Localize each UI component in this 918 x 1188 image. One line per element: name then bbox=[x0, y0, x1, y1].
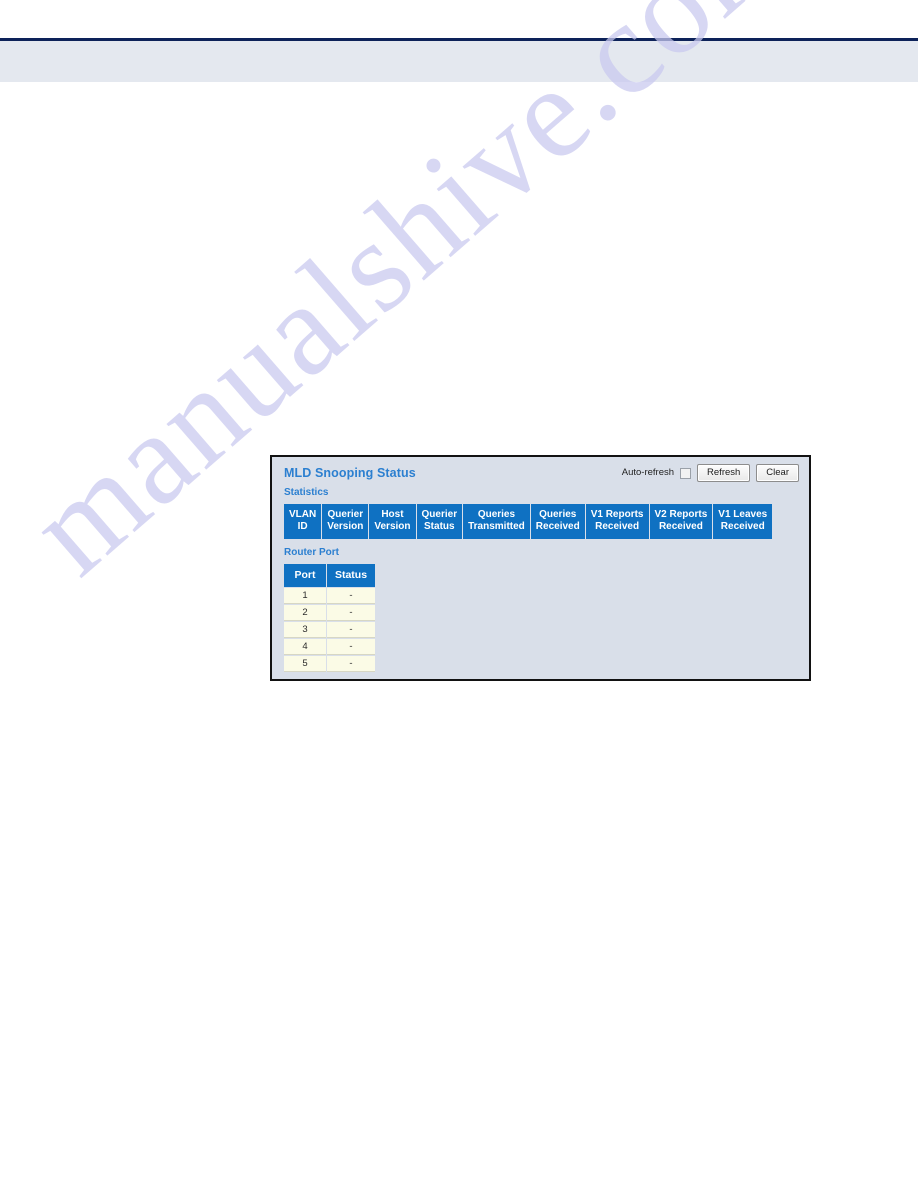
cell-port: 1 bbox=[284, 588, 326, 604]
auto-refresh-checkbox[interactable] bbox=[680, 467, 692, 479]
table-row: 4- bbox=[284, 639, 375, 655]
cell-status: - bbox=[327, 639, 375, 655]
router-port-header-row: Port Status bbox=[284, 564, 375, 587]
table-row: 5- bbox=[284, 656, 375, 672]
cell-port: 3 bbox=[284, 622, 326, 638]
router-port-table-wrap: Port Status 1-2-3-4-5- bbox=[282, 563, 799, 673]
cell-port: 4 bbox=[284, 639, 326, 655]
cell-status: - bbox=[327, 605, 375, 621]
col-status: Status bbox=[327, 564, 375, 587]
table-row: 3- bbox=[284, 622, 375, 638]
panel-inner: MLD Snooping Status Auto-refresh Refresh… bbox=[272, 457, 809, 679]
mld-snooping-status-panel: MLD Snooping Status Auto-refresh Refresh… bbox=[270, 455, 811, 681]
page-header-band bbox=[0, 41, 918, 82]
statistics-table: VLAN ID Querier Version Host Version Querie… bbox=[283, 503, 773, 540]
table-row: 2- bbox=[284, 605, 375, 621]
col-v1-reports-received: V1 Reports Received bbox=[585, 504, 649, 539]
cell-port: 5 bbox=[284, 656, 326, 672]
col-queries-received: Queries Received bbox=[530, 504, 585, 539]
col-querier-status: Querier Status bbox=[416, 504, 463, 539]
col-v1-leaves-received: V1 Leaves Received bbox=[713, 504, 773, 539]
table-row: 1- bbox=[284, 588, 375, 604]
cell-port: 2 bbox=[284, 605, 326, 621]
col-port: Port bbox=[284, 564, 326, 587]
col-querier-version: Querier Version bbox=[322, 504, 369, 539]
refresh-button[interactable]: Refresh bbox=[697, 464, 751, 482]
router-port-table: Port Status 1-2-3-4-5- bbox=[283, 563, 376, 673]
statistics-header-row: VLAN ID Querier Version Host Version Querie… bbox=[284, 504, 773, 539]
router-port-section-label: Router Port bbox=[284, 547, 339, 558]
col-v2-reports-received: V2 Reports Received bbox=[649, 504, 713, 539]
col-vlan-id: VLAN ID bbox=[284, 504, 322, 539]
cell-status: - bbox=[327, 588, 375, 604]
clear-button[interactable]: Clear bbox=[756, 464, 799, 482]
router-port-body: 1-2-3-4-5- bbox=[284, 588, 375, 672]
cell-status: - bbox=[327, 622, 375, 638]
col-queries-transmitted: Queries Transmitted bbox=[463, 504, 530, 539]
col-host-version: Host Version bbox=[369, 504, 416, 539]
cell-status: - bbox=[327, 656, 375, 672]
page-root: manualshive.com MLD Snooping Status Auto… bbox=[0, 0, 918, 1188]
panel-toolbar: Auto-refresh Refresh Clear bbox=[622, 464, 799, 482]
auto-refresh-label: Auto-refresh bbox=[621, 467, 675, 478]
statistics-section-label: Statistics bbox=[284, 487, 329, 498]
